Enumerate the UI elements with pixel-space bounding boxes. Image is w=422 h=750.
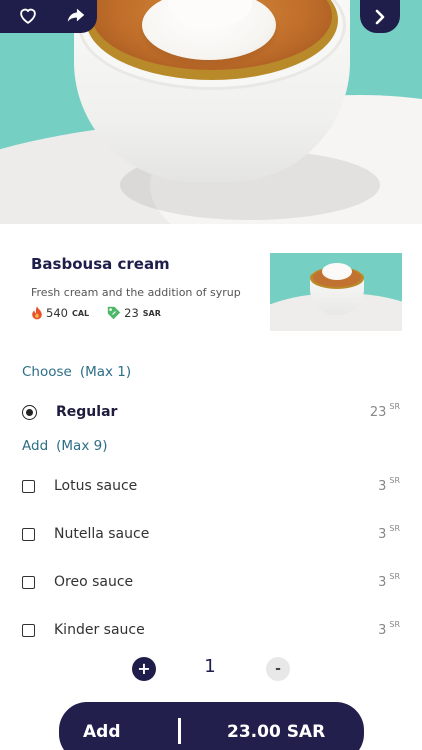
quantity-decrease-button[interactable]: -: [266, 657, 290, 681]
addon-price-currency: SR: [389, 571, 400, 581]
order-total: 23.00 SAR: [227, 722, 326, 742]
fire-icon: [32, 306, 42, 320]
option-price: 23 SR: [369, 401, 402, 420]
quantity-value: 1: [204, 656, 216, 677]
addon-price-currency: SR: [389, 523, 400, 533]
radio-selected-dot: [26, 408, 33, 416]
addon-label: Lotus sauce: [54, 478, 138, 494]
addon-price: 3 SR: [378, 571, 402, 590]
product-title: Basbousa cream: [31, 255, 170, 273]
price-info: 23 SAR: [107, 306, 161, 320]
checkbox[interactable]: [22, 479, 35, 493]
product-hero-image: [0, 0, 422, 224]
add-title-label: Add: [22, 438, 49, 454]
addon-price-value: 3: [378, 478, 387, 494]
checkbox[interactable]: [22, 575, 35, 589]
option-price-value: 23: [369, 404, 387, 420]
addon-price: 3 SR: [378, 523, 402, 542]
addon-label: Oreo sauce: [54, 574, 134, 590]
addon-lotus-sauce[interactable]: Lotus sauce 3 SR: [22, 471, 402, 501]
radio-button[interactable]: [22, 404, 37, 420]
addon-label: Nutella sauce: [54, 526, 150, 542]
addon-price-currency: SR: [389, 475, 400, 485]
chevron-right-icon: [375, 9, 385, 24]
addon-price-currency: SR: [389, 619, 400, 629]
add-bar-divider: [178, 718, 181, 744]
share-icon[interactable]: [65, 4, 87, 30]
calories-value: 540: [46, 306, 68, 320]
product-description: Fresh cream and the addition of syrup: [31, 286, 241, 299]
addon-price-value: 3: [378, 574, 387, 590]
addon-kinder-sauce[interactable]: Kinder sauce 3 SR: [22, 615, 402, 645]
top-actions-pill: [0, 0, 97, 33]
choose-title-label: Choose: [22, 364, 72, 380]
choose-max-label: (Max 1): [79, 364, 132, 380]
add-max-label: (Max 9): [56, 438, 108, 454]
addon-nutella-sauce[interactable]: Nutella sauce 3 SR: [22, 519, 402, 549]
price-value: 23: [124, 306, 139, 320]
product-meta: 540 CAL 23 SAR: [31, 306, 179, 320]
next-button[interactable]: [360, 0, 400, 33]
add-to-cart-button[interactable]: Add 23.00 SAR: [59, 702, 364, 750]
add-button-label: Add: [83, 722, 121, 742]
addon-price-value: 3: [378, 526, 387, 542]
price-unit: SAR: [142, 308, 161, 318]
calories-info: 540 CAL: [31, 306, 89, 320]
price-tag-icon: [107, 306, 121, 320]
quantity-increase-button[interactable]: +: [132, 657, 156, 681]
option-price-currency: SR: [389, 401, 400, 411]
addon-price-value: 3: [378, 622, 387, 638]
checkbox[interactable]: [22, 623, 35, 637]
choose-section-title: Choose (Max 1): [22, 364, 131, 380]
addon-oreo-sauce[interactable]: Oreo sauce 3 SR: [22, 567, 402, 597]
heart-icon[interactable]: [17, 4, 39, 30]
addon-price: 3 SR: [378, 475, 402, 494]
option-label: Regular: [56, 404, 118, 420]
calories-unit: CAL: [71, 308, 90, 318]
checkbox[interactable]: [22, 527, 35, 541]
addon-label: Kinder sauce: [54, 622, 145, 638]
option-regular[interactable]: Regular 23 SR: [22, 397, 402, 427]
addon-price: 3 SR: [378, 619, 402, 638]
add-section-title: Add (Max 9): [22, 438, 107, 454]
product-thumbnail: [270, 253, 402, 331]
